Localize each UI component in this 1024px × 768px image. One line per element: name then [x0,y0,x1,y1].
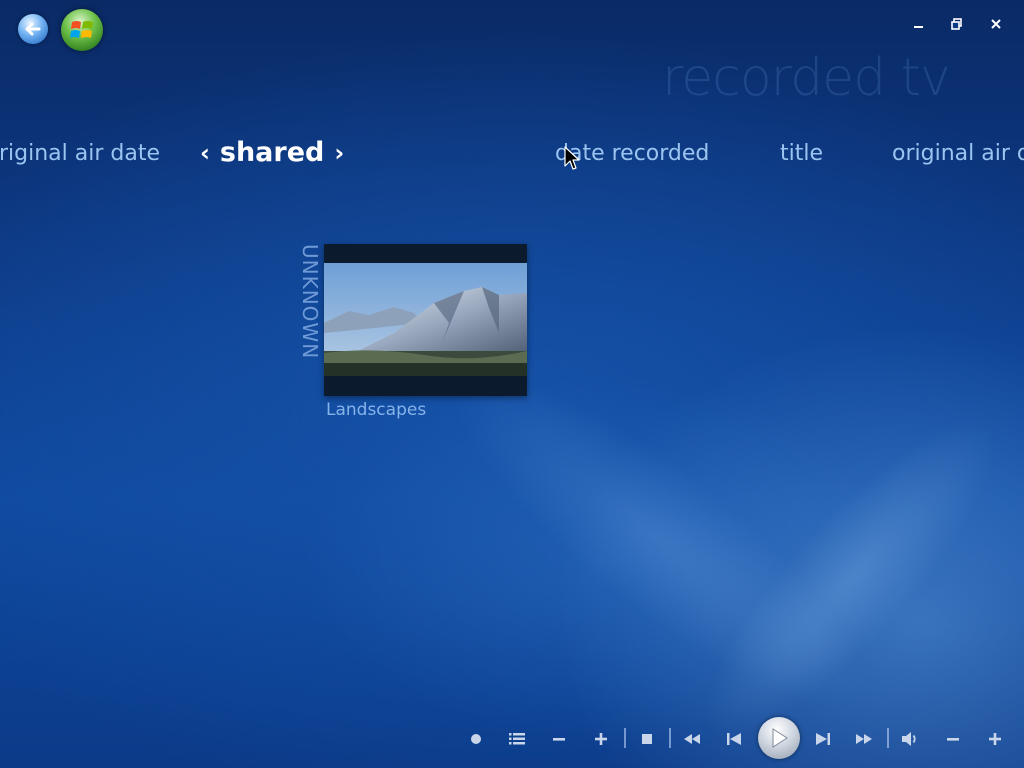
volume-down-button[interactable] [941,727,965,751]
chevron-right-icon[interactable]: › [334,139,344,167]
minus-icon [947,738,959,741]
tile-thumbnail [324,263,527,376]
previous-button[interactable] [722,727,746,751]
minimize-button[interactable] [909,14,929,34]
skip-forward-icon [816,733,830,745]
transport-divider [887,728,889,748]
stop-icon [642,734,652,744]
back-arrow-icon [25,22,41,36]
close-icon [991,19,1001,29]
play-button[interactable] [758,717,800,759]
channel-down-button[interactable] [547,727,571,751]
back-button[interactable] [18,14,48,44]
minus-icon [553,738,565,741]
record-button[interactable] [464,727,488,751]
mouse-cursor-icon [564,146,580,170]
play-icon [772,728,788,748]
pivot-item-title[interactable]: title [780,141,823,166]
pivot-current[interactable]: ‹ shared › [200,137,344,168]
start-button[interactable] [61,9,103,51]
pivot-current-label: shared [219,137,325,168]
tile-caption: Landscapes [326,400,427,420]
mute-button[interactable] [898,727,922,751]
fast-forward-icon [856,734,872,744]
restore-button[interactable] [947,14,967,34]
plus-icon [595,733,607,745]
rewind-icon [684,734,700,744]
rewind-button[interactable] [680,727,704,751]
channel-up-button[interactable] [589,727,613,751]
section-title: recorded tv [662,48,951,108]
background-streak [664,383,1024,768]
pivot-item-previous[interactable]: original air date [0,141,160,166]
chevron-left-icon[interactable]: ‹ [200,139,210,167]
transport-divider [669,728,671,748]
next-button[interactable] [811,727,835,751]
record-icon [471,734,481,744]
fast-forward-button[interactable] [852,727,876,751]
minimize-icon [914,26,923,28]
speaker-icon [902,732,916,746]
close-button[interactable] [986,14,1006,34]
list-icon [509,733,525,745]
group-label: UNKNOWN [298,244,322,360]
transport-divider [624,728,626,748]
windows-logo-icon [70,21,93,38]
stop-button[interactable] [635,727,659,751]
restore-icon [951,18,962,30]
plus-icon [989,733,1001,745]
skip-back-icon [727,733,741,745]
library-tile[interactable] [324,244,527,396]
pivot-item-original-air-date[interactable]: original air date [892,141,1024,166]
volume-up-button[interactable] [983,727,1007,751]
guide-button[interactable] [505,727,529,751]
